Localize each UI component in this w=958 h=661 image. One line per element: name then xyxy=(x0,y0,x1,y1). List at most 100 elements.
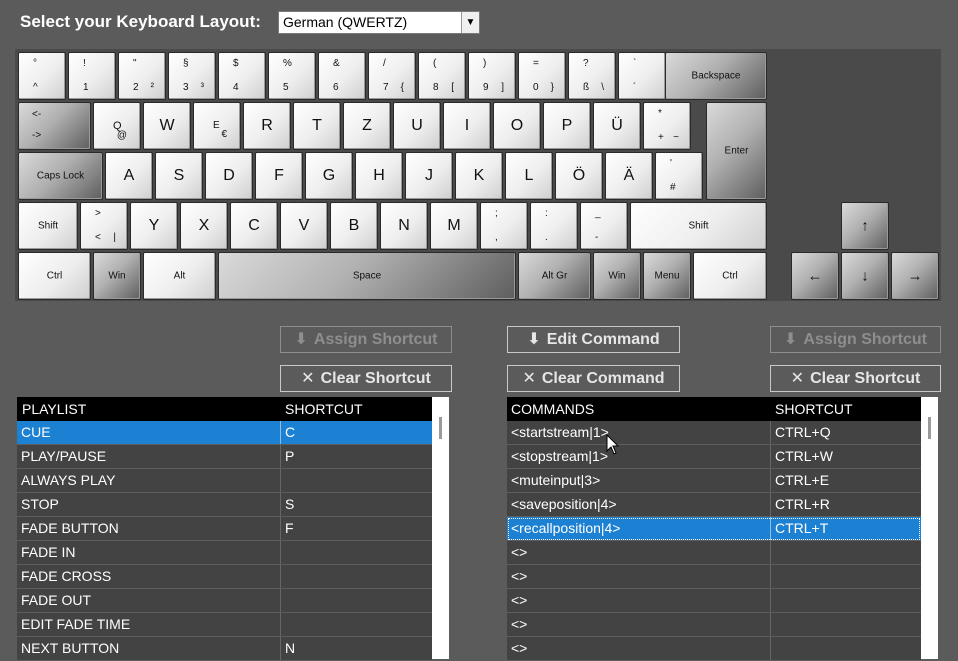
table-row[interactable]: <startstream|1> CTRL+Q xyxy=(507,421,921,445)
column-header-commands[interactable]: COMMANDS xyxy=(511,397,594,421)
column-header-playlist[interactable]: PLAYLIST xyxy=(22,397,86,421)
table-row[interactable]: <saveposition|4> CTRL+R xyxy=(507,493,921,517)
key-ä[interactable]: Ä xyxy=(605,152,653,200)
column-header-shortcut[interactable]: SHORTCUT xyxy=(285,397,363,421)
key-arrow-down[interactable]: ↓ xyxy=(841,252,889,300)
scrollbar-thumb[interactable] xyxy=(439,417,442,439)
key-u[interactable]: U xyxy=(393,102,441,150)
layout-select[interactable]: German (QWERTZ) ▼ xyxy=(278,11,480,34)
key-row1-2[interactable]: " 2 ² xyxy=(118,52,166,100)
assign-shortcut-button-left[interactable]: ⬇ Assign Shortcut xyxy=(280,326,452,353)
key-shift-left[interactable]: Shift xyxy=(18,202,78,250)
key-l[interactable]: L xyxy=(505,152,553,200)
key-underscore[interactable]: _ - xyxy=(580,202,628,250)
key-i[interactable]: I xyxy=(443,102,491,150)
key-row1-11[interactable]: ? ß \ xyxy=(568,52,616,100)
key-m[interactable]: M xyxy=(430,202,478,250)
table-row[interactable]: <> xyxy=(507,541,921,565)
key-shift-right[interactable]: Shift xyxy=(630,202,767,250)
key-alt[interactable]: Alt xyxy=(143,252,216,300)
key-row1-3[interactable]: § 3 ³ xyxy=(168,52,216,100)
scrollbar-thumb[interactable] xyxy=(928,417,931,439)
key-k[interactable]: K xyxy=(455,152,503,200)
table-row[interactable]: ALWAYS PLAY xyxy=(17,469,432,493)
key-q[interactable]: Q @ xyxy=(93,102,141,150)
key-c[interactable]: C xyxy=(230,202,278,250)
key-row1-7[interactable]: / 7 { xyxy=(368,52,416,100)
key-ctrl-left[interactable]: Ctrl xyxy=(18,252,91,300)
edit-command-button[interactable]: ⬇ Edit Command xyxy=(507,326,680,353)
table-row[interactable]: FADE CROSS xyxy=(17,565,432,589)
key-j[interactable]: J xyxy=(405,152,453,200)
key-ö[interactable]: Ö xyxy=(555,152,603,200)
clear-shortcut-button-left[interactable]: ✕ Clear Shortcut xyxy=(280,365,452,392)
table-row[interactable]: <recallposition|4> CTRL+T xyxy=(507,517,921,541)
table-row[interactable]: <muteinput|3> CTRL+E xyxy=(507,469,921,493)
key-w[interactable]: W xyxy=(143,102,191,150)
key-ü[interactable]: Ü xyxy=(593,102,641,150)
key-row1-10[interactable]: = 0} xyxy=(518,52,566,100)
key-t[interactable]: T xyxy=(293,102,341,150)
key-menu[interactable]: Menu xyxy=(643,252,691,300)
key-row1-8[interactable]: (8 [ xyxy=(418,52,466,100)
table-row[interactable]: NEXT BUTTON N xyxy=(17,637,432,661)
key-row1-4[interactable]: $4 xyxy=(218,52,266,100)
table-row[interactable]: <stopstream|1> CTRL+W xyxy=(507,445,921,469)
key-v[interactable]: V xyxy=(280,202,328,250)
key-x[interactable]: X xyxy=(180,202,228,250)
clear-command-button[interactable]: ✕ Clear Command xyxy=(507,365,680,392)
playlist-scrollbar[interactable] xyxy=(432,397,449,659)
table-row[interactable]: <> xyxy=(507,637,921,661)
key-semicolon[interactable]: ; , xyxy=(480,202,528,250)
column-header-shortcut[interactable]: SHORTCUT xyxy=(775,397,853,421)
key-angle[interactable]: > < | xyxy=(80,202,128,250)
table-row[interactable]: <> xyxy=(507,613,921,637)
key-p[interactable]: P xyxy=(543,102,591,150)
key-row1-5[interactable]: % 5 xyxy=(268,52,316,100)
assign-shortcut-button-right[interactable]: ⬇ Assign Shortcut xyxy=(770,326,941,353)
key-z[interactable]: Z xyxy=(343,102,391,150)
key-hash[interactable]: ' # xyxy=(655,152,703,200)
table-row[interactable]: FADE IN xyxy=(17,541,432,565)
key-row1-12[interactable]: ` ´ xyxy=(618,52,666,100)
key-enter[interactable]: Enter xyxy=(706,102,767,200)
key-row1-6[interactable]: & 6 xyxy=(318,52,366,100)
key-f[interactable]: F xyxy=(255,152,303,200)
table-row[interactable]: STOP S xyxy=(17,493,432,517)
key-arrow-left[interactable]: ← xyxy=(791,252,839,300)
key-row1-9[interactable]: ) 9] xyxy=(468,52,516,100)
table-row[interactable]: FADE OUT xyxy=(17,589,432,613)
clear-shortcut-button-right[interactable]: ✕ Clear Shortcut xyxy=(770,365,941,392)
key-ctrl-right[interactable]: Ctrl xyxy=(693,252,767,300)
key-altgr[interactable]: Alt Gr xyxy=(518,252,591,300)
key-d[interactable]: D xyxy=(205,152,253,200)
key-arrow-up[interactable]: ↑ xyxy=(841,202,889,250)
key-win-right[interactable]: Win xyxy=(593,252,641,300)
key-r[interactable]: R xyxy=(243,102,291,150)
table-row[interactable]: CUE C xyxy=(17,421,432,445)
key-y[interactable]: Y xyxy=(130,202,178,250)
key-plus[interactable]: * + ~ xyxy=(643,102,691,150)
key-e[interactable]: E € xyxy=(193,102,241,150)
table-row[interactable]: PLAY/PAUSE P xyxy=(17,445,432,469)
key-g[interactable]: G xyxy=(305,152,353,200)
commands-scrollbar[interactable] xyxy=(921,397,938,659)
table-row[interactable]: <> xyxy=(507,589,921,613)
key-tab[interactable]: <- -> xyxy=(18,102,91,150)
chevron-down-icon[interactable]: ▼ xyxy=(461,12,479,33)
key-b[interactable]: B xyxy=(330,202,378,250)
key-backspace[interactable]: Backspace xyxy=(665,52,767,100)
key-win-left[interactable]: Win xyxy=(93,252,141,300)
key-a[interactable]: A xyxy=(105,152,153,200)
table-row[interactable]: EDIT FADE TIME xyxy=(17,613,432,637)
table-row[interactable]: FADE BUTTON F xyxy=(17,517,432,541)
key-colon[interactable]: : . xyxy=(530,202,578,250)
key-arrow-right[interactable]: → xyxy=(891,252,939,300)
table-row[interactable]: <> xyxy=(507,565,921,589)
key-n[interactable]: N xyxy=(380,202,428,250)
key-caps-lock[interactable]: Caps Lock xyxy=(18,152,103,200)
key-o[interactable]: O xyxy=(493,102,541,150)
key-space[interactable]: Space xyxy=(218,252,516,300)
key-row1-1[interactable]: ! 1 xyxy=(68,52,116,100)
key-s[interactable]: S xyxy=(155,152,203,200)
